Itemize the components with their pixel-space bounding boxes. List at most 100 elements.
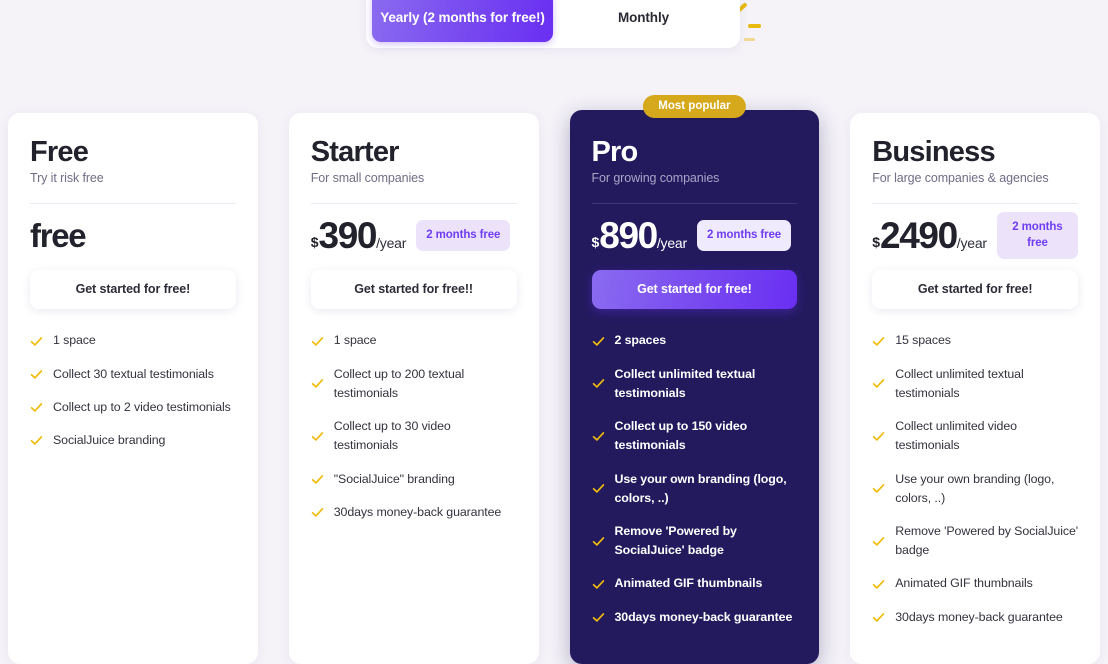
months-free-badge: 2 months free <box>416 220 511 251</box>
check-icon <box>311 377 334 390</box>
price-period: /year <box>956 234 987 251</box>
feature-label: Collect 30 textual testimonials <box>53 366 214 381</box>
check-icon <box>592 482 615 495</box>
plan-name: Starter <box>310 136 400 168</box>
feature-item: Animated GIF thumbnails <box>592 574 798 593</box>
plan-tagline: For small companies <box>310 171 425 186</box>
feature-item: Collect unlimited textual testimonials <box>872 365 1078 403</box>
feature-item: 1 space <box>30 331 236 350</box>
currency-symbol: $ <box>310 233 319 250</box>
currency-symbol: $ <box>591 233 600 250</box>
check-icon <box>30 368 53 381</box>
price-row: free <box>30 206 236 264</box>
check-icon <box>30 401 53 414</box>
plan-name: Free <box>30 136 89 168</box>
check-icon <box>592 611 615 624</box>
price-row: $2490/year 2 months free <box>872 206 1078 264</box>
feature-label: Remove 'Powered by SocialJuice' badge <box>614 523 737 558</box>
feature-item: Remove 'Powered by SocialJuice' badge <box>592 522 798 560</box>
feature-label: "SocialJuice" branding <box>333 471 455 486</box>
check-icon <box>872 335 895 348</box>
feature-label: 30days money-back guarantee <box>895 609 1063 624</box>
feature-item: Collect unlimited video testimonials <box>872 417 1078 455</box>
feature-item: Collect up to 200 textual testimonials <box>311 365 517 403</box>
feature-item: 30days money-back guarantee <box>872 608 1078 627</box>
price-block: $890/year <box>591 214 688 256</box>
get-started-button[interactable]: Get started for free! <box>591 270 798 310</box>
plan-name: Pro <box>591 136 639 168</box>
check-icon <box>592 535 615 548</box>
feature-list: 15 spaces Collect unlimited textual testi… <box>872 331 1078 626</box>
feature-item: 1 space <box>311 331 517 350</box>
feature-label: Remove 'Powered by SocialJuice' badge <box>895 523 1079 558</box>
price-block: $2490/year <box>872 217 987 254</box>
price-period: /year <box>656 234 687 251</box>
feature-item: Collect up to 150 video testimonials <box>592 417 798 455</box>
price-amount: 390 <box>318 214 378 256</box>
feature-item: "SocialJuice" branding <box>311 470 517 489</box>
billing-period-toggle[interactable]: Yearly (2 months for free!) Monthly <box>366 0 740 48</box>
check-icon <box>872 578 895 591</box>
feature-item: Animated GIF thumbnails <box>872 574 1078 593</box>
feature-item: 2 spaces <box>592 331 798 350</box>
feature-list: 1 space Collect up to 200 textual testimo… <box>311 331 517 522</box>
price-row: $390/year 2 months free <box>311 206 517 264</box>
get-started-button[interactable]: Get started for free! <box>872 270 1078 310</box>
plan-tagline: For large companies & agencies <box>872 171 1049 186</box>
card-divider <box>872 203 1078 205</box>
pricing-card-starter: Starter For small companies $390/year 2 mon… <box>288 113 539 664</box>
feature-item: Collect up to 2 video testimonials <box>30 398 236 417</box>
feature-item: Collect 30 textual testimonials <box>30 365 236 384</box>
feature-item: Collect unlimited textual testimonials <box>592 365 798 403</box>
feature-item: SocialJuice branding <box>30 431 236 450</box>
feature-label: Collect up to 200 textual testimonials <box>333 366 465 400</box>
feature-list: 1 space Collect 30 textual testimonials Co… <box>30 331 236 450</box>
feature-label: 30days money-back guarantee <box>333 504 502 519</box>
feature-label: Use your own branding (logo, colors, ..) <box>895 471 1055 505</box>
pricing-card-free: Free Try it risk free free Get started for … <box>8 113 258 664</box>
feature-label: 2 spaces <box>614 333 667 348</box>
check-icon <box>592 430 615 443</box>
feature-label: 1 space <box>53 333 96 348</box>
feature-list: 2 spaces Collect unlimited textual testim… <box>592 331 798 626</box>
toggle-option-yearly[interactable]: Yearly (2 months for free!) <box>372 0 553 42</box>
get-started-button[interactable]: Get started for free! <box>30 270 236 310</box>
card-divider <box>591 203 798 205</box>
feature-item: Remove 'Powered by SocialJuice' badge <box>872 522 1078 560</box>
feature-label: 1 space <box>333 333 377 348</box>
feature-label: Collect unlimited video testimonials <box>895 419 1017 453</box>
pricing-card-pro: Most popular Pro For growing companies $890… <box>569 95 820 664</box>
check-icon <box>592 377 615 390</box>
check-icon <box>872 430 895 443</box>
toggle-option-monthly[interactable]: Monthly <box>553 0 734 42</box>
feature-label: Animated GIF thumbnails <box>895 576 1033 591</box>
plan-tagline: For growing companies <box>591 171 720 186</box>
check-icon <box>872 482 895 495</box>
currency-symbol: $ <box>872 233 881 250</box>
check-icon <box>30 335 53 348</box>
feature-item: 30days money-back guarantee <box>311 503 517 522</box>
feature-label: Collect up to 30 video testimonials <box>333 419 451 453</box>
check-icon <box>872 611 895 624</box>
months-free-badge: 2 months free <box>696 220 792 251</box>
feature-item: Collect up to 30 video testimonials <box>311 417 517 455</box>
pricing-card-business: Business For large companies & agencies $2… <box>850 113 1100 664</box>
feature-item: Use your own branding (logo, colors, ..) <box>592 470 798 508</box>
check-icon <box>311 473 334 486</box>
get-started-button[interactable]: Get started for free!! <box>310 270 517 310</box>
pricing-plan-grid: Free Try it risk free free Get started for … <box>8 95 1100 664</box>
card-divider <box>310 203 517 205</box>
check-icon <box>872 535 895 548</box>
plan-name: Business <box>872 136 995 168</box>
check-icon <box>311 430 334 443</box>
feature-item: 15 spaces <box>872 331 1078 350</box>
feature-label: Collect up to 2 video testimonials <box>53 399 231 414</box>
plan-tagline: Try it risk free <box>30 171 104 186</box>
check-icon <box>30 434 53 447</box>
check-icon <box>592 578 615 591</box>
sparkle-decoration-icon <box>748 24 761 28</box>
check-icon <box>311 335 334 348</box>
price-amount: 2490 <box>880 214 958 256</box>
price-amount: 890 <box>599 214 658 256</box>
price-block: $390/year <box>310 214 407 256</box>
